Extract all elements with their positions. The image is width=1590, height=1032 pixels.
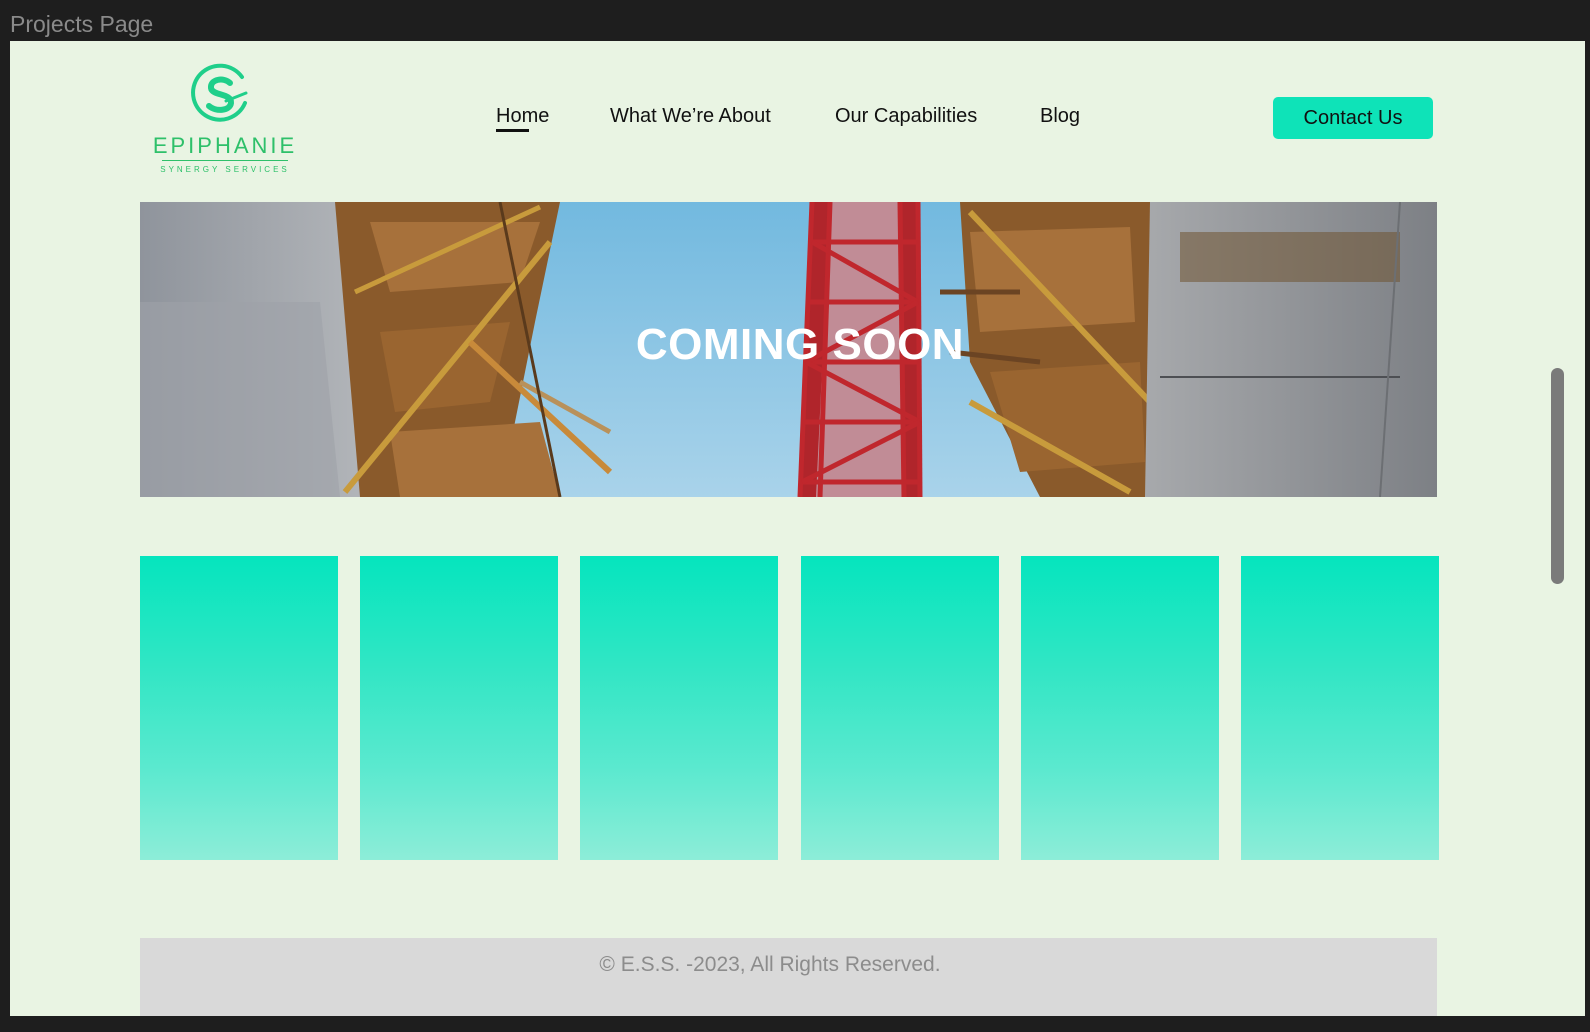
nav-home[interactable]: Home <box>496 105 549 128</box>
project-card[interactable] <box>1021 556 1219 860</box>
frame-bottom-edge <box>0 1016 1590 1032</box>
project-card[interactable] <box>140 556 338 860</box>
scrollbar-thumb[interactable] <box>1551 368 1564 584</box>
frame-title: Projects Page <box>10 11 154 37</box>
hero-heading: COMING SOON <box>635 320 965 369</box>
logo[interactable]: EPIPHANIE SYNERGY SERVICES <box>150 59 300 179</box>
logo-s-icon <box>191 63 248 122</box>
project-card[interactable] <box>580 556 778 860</box>
nav-what-were-about[interactable]: What We’re About <box>610 105 771 128</box>
logo-tagline: SYNERGY SERVICES <box>160 165 290 174</box>
contact-us-button[interactable]: Contact Us <box>1273 97 1433 139</box>
nav-home-active-indicator <box>496 129 529 132</box>
hero-banner: COMING SOON <box>140 202 1437 497</box>
project-cards <box>140 556 1440 861</box>
project-card[interactable] <box>801 556 999 860</box>
project-card[interactable] <box>1241 556 1439 860</box>
nav-our-capabilities[interactable]: Our Capabilities <box>835 105 977 128</box>
footer-copyright: © E.S.S. -2023, All Rights Reserved. <box>599 953 941 976</box>
footer: © E.S.S. -2023, All Rights Reserved. <box>140 938 1437 1016</box>
logo-divider <box>162 160 288 161</box>
project-card[interactable] <box>360 556 558 860</box>
nav-blog[interactable]: Blog <box>1040 105 1080 128</box>
logo-name: EPIPHANIE <box>152 133 298 158</box>
page-canvas: EPIPHANIE SYNERGY SERVICES Home What We’… <box>10 41 1585 1016</box>
